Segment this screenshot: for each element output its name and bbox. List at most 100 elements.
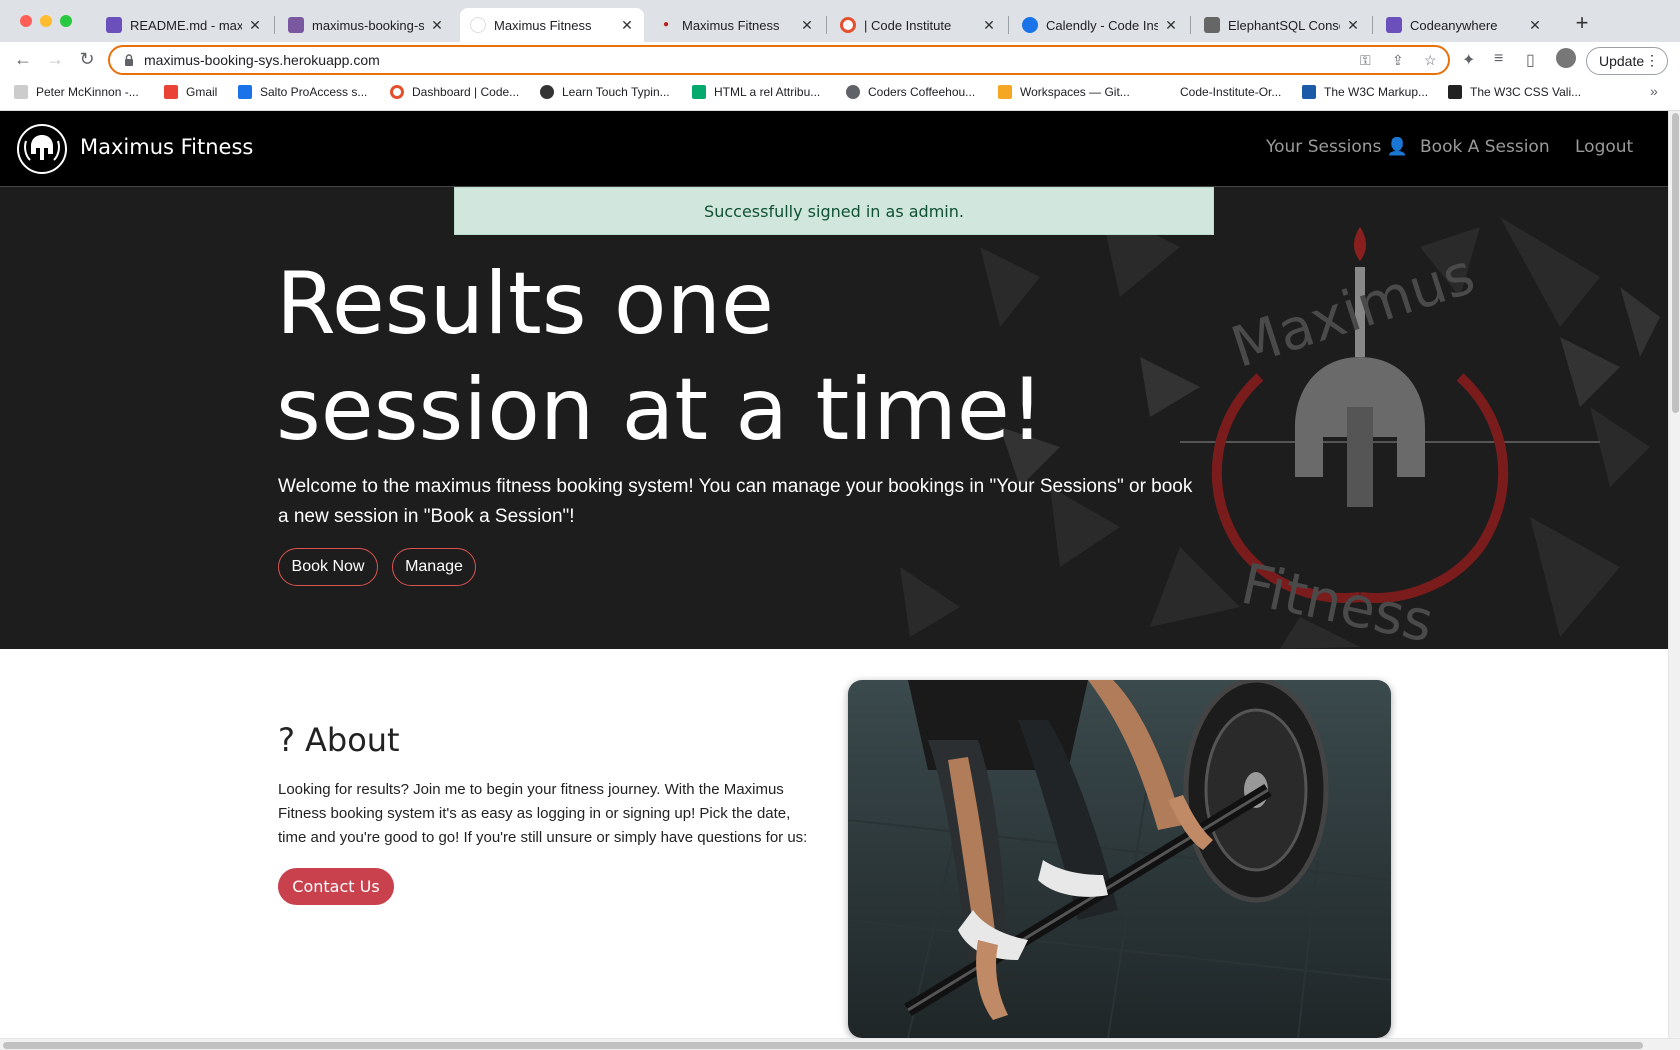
bookmark-item[interactable]: Code-Institute-Or... (1158, 85, 1281, 99)
gitpod-icon (106, 17, 122, 33)
typing-icon (540, 85, 554, 99)
browser-tab[interactable]: maximus-booking-sy ✕ (278, 8, 454, 42)
maximus-icon (470, 17, 486, 33)
bookmark-label: Code-Institute-Or... (1180, 85, 1282, 99)
browser-tab[interactable]: Calendly - Code Insti ✕ (1012, 8, 1188, 42)
close-icon[interactable]: ✕ (430, 17, 444, 34)
close-icon[interactable]: ✕ (248, 17, 262, 34)
update-button[interactable]: Update ⋮ (1586, 47, 1668, 75)
extensions-icon[interactable]: ✦ (1462, 50, 1475, 70)
bookmark-item[interactable]: Dashboard | Code... (390, 85, 519, 99)
w3schools-icon (692, 85, 706, 99)
maximus-logo-icon[interactable] (16, 123, 68, 175)
browser-tab[interactable]: README.md - maxim ✕ (96, 8, 272, 42)
close-icon[interactable]: ✕ (1346, 17, 1360, 34)
menu-dots-icon[interactable]: ⋮ (1645, 52, 1659, 69)
bookmark-label: Workspaces — Git... (1020, 85, 1130, 99)
scrollbar-thumb[interactable] (1672, 113, 1679, 413)
about-heading: ? About (278, 721, 400, 759)
side-panel-icon[interactable]: ▯ (1526, 50, 1535, 70)
bookmark-item[interactable]: The W3C Markup... (1302, 85, 1428, 99)
bookmark-label: Coders Coffeehou... (868, 85, 976, 99)
bookmark-item[interactable]: Learn Touch Typin... (540, 85, 670, 99)
close-icon[interactable]: ✕ (800, 17, 814, 34)
hero-headline: Results one session at a time! (276, 251, 1176, 463)
lock-icon[interactable] (124, 54, 134, 72)
new-tab-icon[interactable]: + (1570, 10, 1594, 36)
bookmark-item[interactable]: Gmail (164, 85, 217, 99)
bookmark-label: Dashboard | Code... (412, 85, 520, 99)
about-text: Looking for results? Join me to begin yo… (278, 781, 808, 846)
avatar[interactable] (1556, 48, 1576, 68)
browser-tab-active[interactable]: Maximus Fitness ✕ (460, 8, 644, 42)
salto-icon (238, 85, 252, 99)
about-title-text: About (304, 721, 400, 759)
nav-logout[interactable]: Logout (1575, 137, 1633, 157)
manage-button[interactable]: Manage (392, 548, 476, 586)
bookmark-label: Learn Touch Typin... (562, 85, 670, 99)
nav-book-session[interactable]: Book A Session (1420, 137, 1550, 157)
close-icon[interactable]: ✕ (1164, 17, 1178, 34)
contact-us-button[interactable]: Contact Us (278, 868, 394, 905)
browser-tab[interactable]: Codeanywhere ✕ (1376, 8, 1552, 42)
folder-icon (1158, 85, 1172, 99)
close-icon[interactable]: ✕ (982, 17, 996, 34)
tab-title: Codeanywhere (1410, 17, 1498, 33)
close-icon[interactable]: ✕ (620, 17, 634, 34)
star-icon[interactable]: ☆ (1424, 52, 1437, 69)
tab-title: maximus-booking-sy (312, 17, 424, 33)
update-label: Update (1599, 53, 1645, 69)
bookmark-label: The W3C CSS Vali... (1470, 85, 1582, 99)
tab-title: README.md - maxim (130, 17, 242, 33)
share-icon[interactable]: ⇪ (1392, 52, 1404, 69)
nav-your-sessions[interactable]: Your Sessions 👤 (1266, 137, 1408, 157)
key-icon[interactable]: ⚿ (1360, 52, 1371, 69)
user-icon: 👤 (1386, 137, 1408, 157)
maximus-icon: ● (662, 19, 670, 30)
browser-tab[interactable]: ● Maximus Fitness ✕ (648, 8, 824, 42)
address-bar[interactable]: maximus-booking-sys.herokuapp.com ⚿ ⇪ ☆ (108, 45, 1450, 75)
minimize-window-button[interactable] (40, 15, 52, 27)
tab-title: Maximus Fitness (494, 17, 592, 33)
code-institute-icon (390, 85, 404, 99)
scrollbar-thumb[interactable] (3, 1042, 1643, 1049)
headline-line-2: session at a time! (276, 360, 1045, 460)
nav-label: Your Sessions (1266, 137, 1382, 157)
bookmark-item[interactable]: The W3C CSS Vali... (1448, 85, 1581, 99)
headline-line-1: Results one (276, 254, 774, 354)
elephantsql-icon (1204, 17, 1220, 33)
forward-icon[interactable]: → (44, 49, 66, 70)
back-icon[interactable]: ← (12, 49, 34, 70)
tab-strip: README.md - maxim ✕ maximus-booking-sy ✕… (0, 0, 1680, 42)
chevron-right-icon[interactable]: » (1650, 83, 1658, 99)
horizontal-scrollbar[interactable] (0, 1038, 1680, 1050)
hero-subtext: Welcome to the maximus fitness booking s… (278, 476, 1193, 527)
bookmark-label: Salto ProAccess s... (260, 85, 368, 99)
brand-name[interactable]: Maximus Fitness (80, 135, 253, 159)
gmail-icon (164, 85, 178, 99)
tab-title: Calendly - Code Insti (1046, 17, 1158, 33)
reload-icon[interactable]: ↻ (76, 49, 98, 70)
tab-title: Maximus Fitness (682, 17, 780, 33)
maximize-window-button[interactable] (60, 15, 72, 27)
codeanywhere-icon (1386, 17, 1402, 33)
close-icon[interactable]: ✕ (1528, 17, 1542, 34)
reading-list-icon[interactable]: ≡ (1494, 50, 1503, 68)
page-viewport: Maximus Fitness Your Sessions 👤 Book A S… (0, 111, 1668, 1038)
browser-tab[interactable]: | Code Institute ✕ (830, 8, 1006, 42)
bookmark-item[interactable]: Peter McKinnon -... (14, 85, 139, 99)
vertical-scrollbar[interactable] (1668, 111, 1680, 1038)
bookmark-icon (14, 85, 28, 99)
close-window-button[interactable] (20, 15, 32, 27)
bookmark-item[interactable]: Coders Coffeehou... (846, 85, 975, 99)
bookmark-item[interactable]: Salto ProAccess s... (238, 85, 367, 99)
bookmark-label: Peter McKinnon -... (36, 85, 139, 99)
heroku-icon (288, 17, 304, 33)
book-now-button[interactable]: Book Now (278, 548, 378, 586)
w3c-css-icon (1448, 85, 1462, 99)
bookmark-item[interactable]: HTML a rel Attribu... (692, 85, 820, 99)
bookmark-item[interactable]: Workspaces — Git... (998, 85, 1130, 99)
bookmarks-bar: Peter McKinnon -... Gmail Salto ProAcces… (0, 78, 1680, 111)
browser-tab[interactable]: ElephantSQL Consol ✕ (1194, 8, 1370, 42)
bookmark-label: Gmail (186, 85, 218, 99)
